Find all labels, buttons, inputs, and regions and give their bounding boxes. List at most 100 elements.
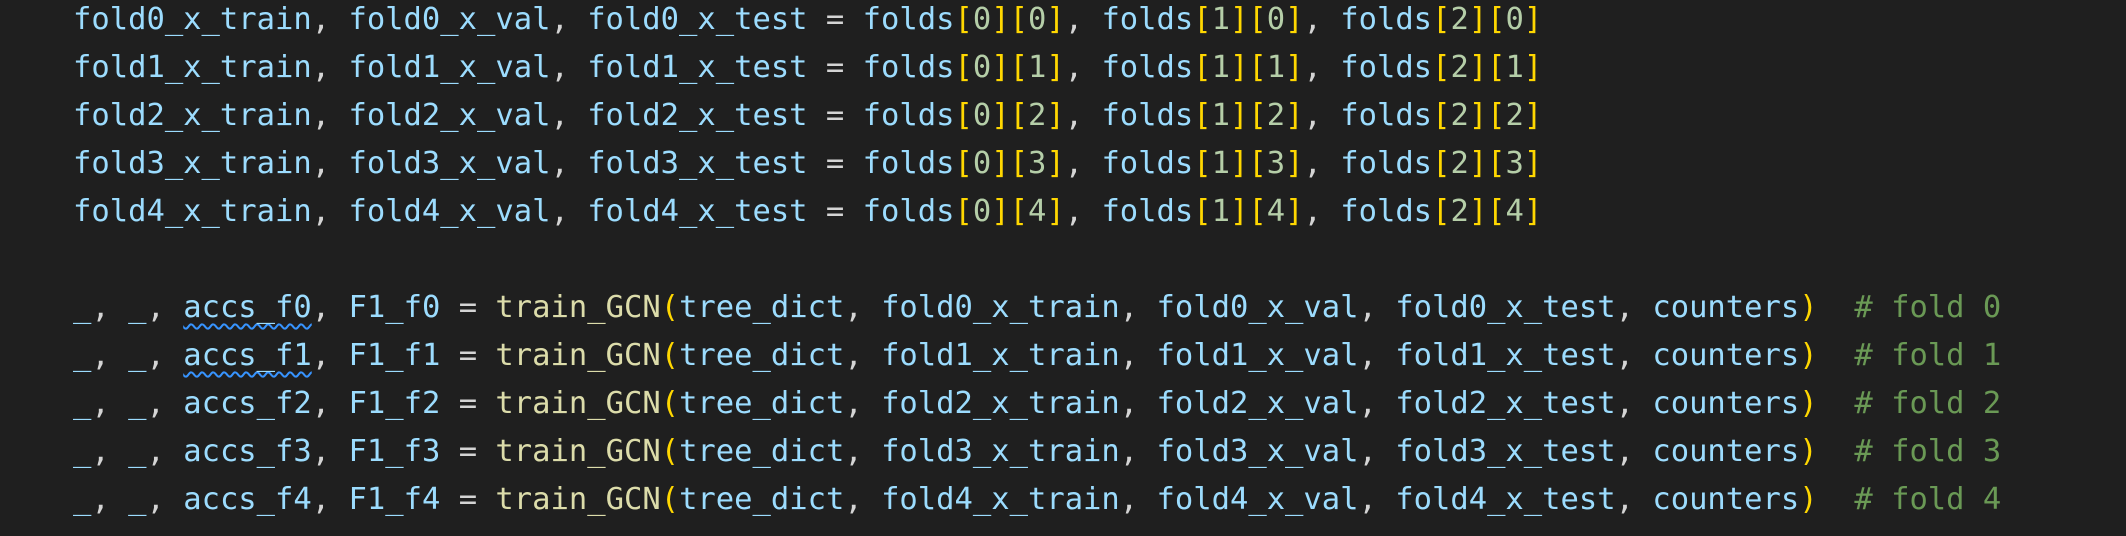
- arg: fold1_x_train: [881, 338, 1120, 373]
- code-line-assign-fold0[interactable]: fold0_x_train, fold0_x_val, fold0_x_test…: [73, 0, 1542, 40]
- index: 0: [1027, 2, 1047, 37]
- arg: counters: [1652, 434, 1800, 469]
- target-test: fold3_x_test: [587, 146, 808, 181]
- target-test: fold0_x_test: [587, 2, 808, 37]
- index: 1: [1505, 50, 1524, 85]
- index: 2: [1450, 50, 1469, 85]
- underscore-var: _: [128, 434, 147, 469]
- index: 4: [1505, 194, 1524, 229]
- index: 1: [1266, 50, 1286, 85]
- code-line-assign-fold2[interactable]: fold2_x_train, fold2_x_val, fold2_x_test…: [73, 96, 1542, 136]
- underscore-var: _: [128, 482, 147, 517]
- arg: fold3_x_val: [1156, 434, 1359, 469]
- index: 0: [972, 146, 992, 181]
- arg: counters: [1652, 386, 1800, 421]
- underscore-var: _: [73, 386, 92, 421]
- underscore-var: _: [128, 386, 147, 421]
- arg: tree_dict: [679, 482, 845, 517]
- arg: tree_dict: [679, 338, 845, 373]
- code-editor[interactable]: fold0_x_train, fold0_x_val, fold0_x_test…: [0, 0, 2126, 536]
- source-folds: folds: [862, 98, 955, 133]
- source-folds: folds: [1101, 98, 1194, 133]
- source-folds: folds: [862, 194, 955, 229]
- underscore-var: _: [128, 338, 147, 373]
- arg: fold2_x_val: [1156, 386, 1359, 421]
- comment: # fold 2: [1854, 386, 2002, 421]
- source-folds: folds: [1340, 2, 1433, 37]
- comment: # fold 4: [1854, 482, 2002, 517]
- underscore-var: _: [73, 338, 92, 373]
- source-folds: folds: [1101, 50, 1194, 85]
- target-val: fold2_x_val: [348, 98, 551, 133]
- target-train: fold0_x_train: [73, 2, 312, 37]
- source-folds: folds: [862, 146, 955, 181]
- index: 1: [1211, 146, 1231, 181]
- arg: fold4_x_test: [1395, 482, 1616, 517]
- f1-var: F1_f1: [348, 338, 441, 373]
- source-folds: folds: [1340, 194, 1433, 229]
- source-folds: folds: [862, 2, 955, 37]
- arg: fold0_x_val: [1156, 290, 1359, 325]
- accs-var-warning[interactable]: accs_f0: [183, 290, 312, 325]
- function-name: train_GCN: [495, 434, 661, 469]
- function-name: train_GCN: [495, 482, 661, 517]
- code-line-assign-fold4[interactable]: fold4_x_train, fold4_x_val, fold4_x_test…: [73, 192, 1542, 232]
- index: 0: [1505, 2, 1524, 37]
- index: 4: [1027, 194, 1047, 229]
- accs-var-warning[interactable]: accs_f1: [183, 338, 312, 373]
- arg: fold0_x_train: [881, 290, 1120, 325]
- index: 0: [972, 2, 992, 37]
- target-test: fold1_x_test: [587, 50, 808, 85]
- arg: fold3_x_train: [881, 434, 1120, 469]
- accs-var: accs_f4: [183, 482, 312, 517]
- source-folds: folds: [1340, 50, 1433, 85]
- f1-var: F1_f4: [348, 482, 441, 517]
- underscore-var: _: [128, 290, 147, 325]
- source-folds: folds: [1101, 194, 1194, 229]
- index: 2: [1505, 98, 1524, 133]
- arg: fold3_x_test: [1395, 434, 1616, 469]
- code-line-call-fold1[interactable]: _, _, accs_f1, F1_f1 = train_GCN(tree_di…: [73, 336, 2001, 376]
- code-line-call-fold0[interactable]: _, _, accs_f0, F1_f0 = train_GCN(tree_di…: [73, 288, 2001, 328]
- target-train: fold2_x_train: [73, 98, 312, 133]
- underscore-var: _: [73, 434, 92, 469]
- code-line-call-fold2[interactable]: _, _, accs_f2, F1_f2 = train_GCN(tree_di…: [73, 384, 2001, 424]
- target-train: fold4_x_train: [73, 194, 312, 229]
- comment: # fold 0: [1854, 290, 2002, 325]
- comment: # fold 1: [1854, 338, 2002, 373]
- index: 1: [1211, 98, 1231, 133]
- f1-var: F1_f3: [348, 434, 441, 469]
- source-folds: folds: [1101, 146, 1194, 181]
- code-line-call-fold4[interactable]: _, _, accs_f4, F1_f4 = train_GCN(tree_di…: [73, 480, 2001, 520]
- function-name: train_GCN: [495, 338, 661, 373]
- arg: tree_dict: [679, 290, 845, 325]
- index: 3: [1266, 146, 1286, 181]
- target-train: fold3_x_train: [73, 146, 312, 181]
- function-name: train_GCN: [495, 386, 661, 421]
- index: 2: [1450, 146, 1469, 181]
- target-test: fold4_x_test: [587, 194, 808, 229]
- arg: tree_dict: [679, 386, 845, 421]
- function-name: train_GCN: [495, 290, 661, 325]
- index: 3: [1505, 146, 1524, 181]
- arg: fold1_x_test: [1395, 338, 1616, 373]
- arg: fold0_x_test: [1395, 290, 1616, 325]
- arg: fold1_x_val: [1156, 338, 1359, 373]
- index: 2: [1266, 98, 1286, 133]
- code-line-call-fold3[interactable]: _, _, accs_f3, F1_f3 = train_GCN(tree_di…: [73, 432, 2001, 472]
- source-folds: folds: [862, 50, 955, 85]
- index: 2: [1450, 2, 1469, 37]
- target-val: fold4_x_val: [348, 194, 551, 229]
- index: 4: [1266, 194, 1286, 229]
- code-line-assign-fold1[interactable]: fold1_x_train, fold1_x_val, fold1_x_test…: [73, 48, 1542, 88]
- target-train: fold1_x_train: [73, 50, 312, 85]
- target-val: fold1_x_val: [348, 50, 551, 85]
- arg: fold2_x_test: [1395, 386, 1616, 421]
- index: 3: [1027, 146, 1047, 181]
- index: 2: [1027, 98, 1047, 133]
- underscore-var: _: [73, 482, 92, 517]
- code-line-assign-fold3[interactable]: fold3_x_train, fold3_x_val, fold3_x_test…: [73, 144, 1542, 184]
- index: 0: [972, 98, 992, 133]
- source-folds: folds: [1101, 2, 1194, 37]
- index: 1: [1211, 50, 1231, 85]
